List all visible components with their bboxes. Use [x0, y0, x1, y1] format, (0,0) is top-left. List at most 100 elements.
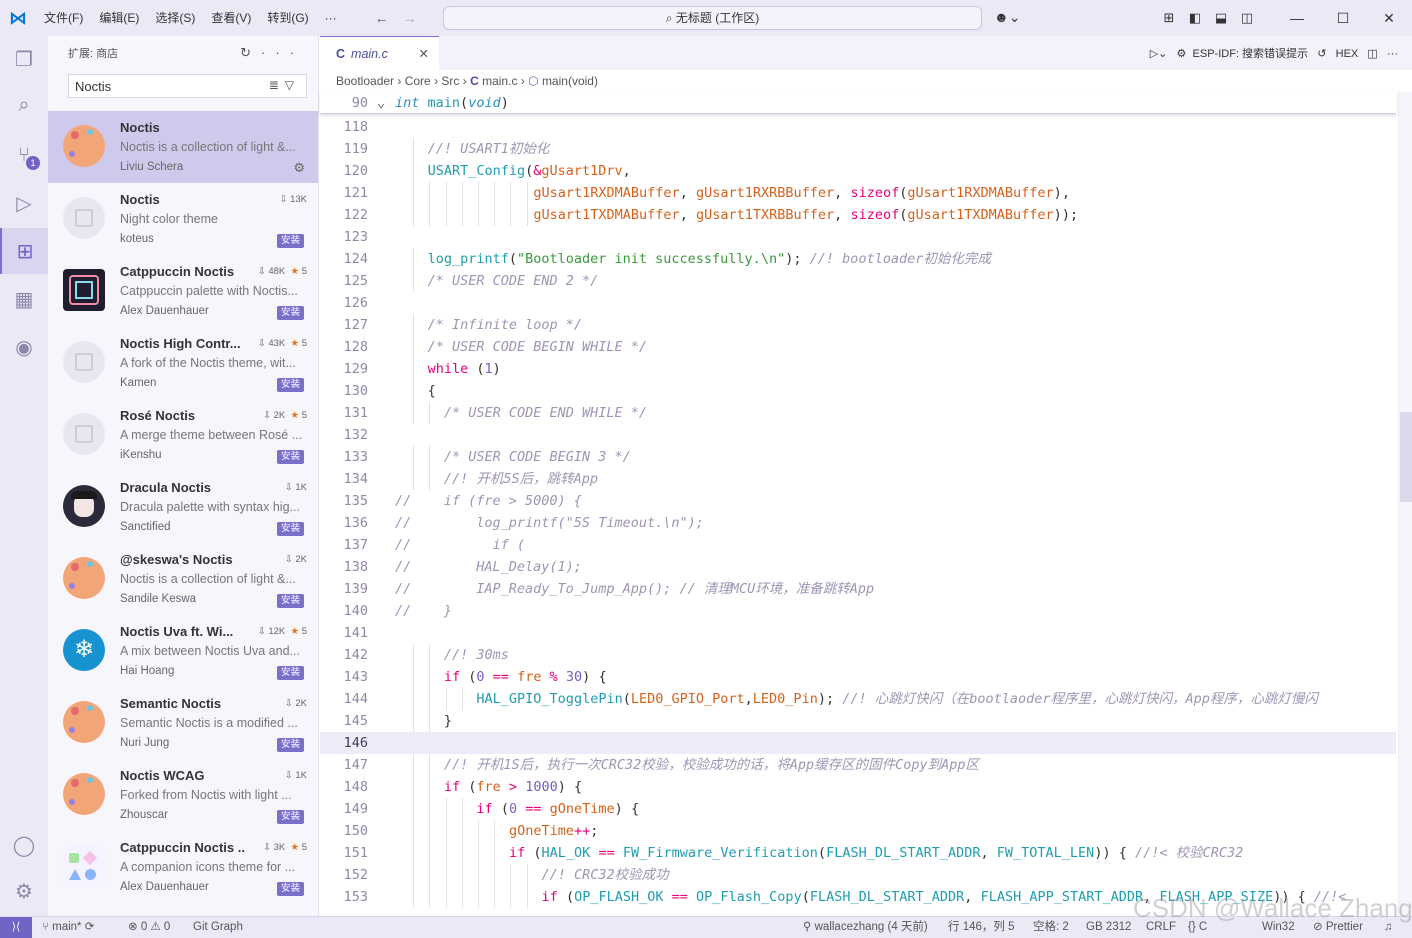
- code-line[interactable]: 125 /* USER CODE END 2 */: [320, 270, 1396, 292]
- code-line[interactable]: 150 gOneTime++;: [320, 820, 1396, 842]
- install-button[interactable]: 安装: [276, 234, 304, 248]
- breadcrumb-item[interactable]: main.c: [482, 74, 517, 88]
- refresh-icon[interactable]: ↻: [240, 45, 261, 60]
- breadcrumb-item[interactable]: main(void): [542, 74, 598, 88]
- breadcrumb-item[interactable]: Core: [405, 74, 431, 88]
- code-line[interactable]: 119 //! USART1初始化: [320, 138, 1396, 160]
- code-line[interactable]: 121 gUsart1RXDMABuffer, gUsart1RXRBBuffe…: [320, 182, 1396, 204]
- extension-item[interactable]: ❄ Noctis Uva ft. Wi... ⇩ 12K ★ 5 A mix betw…: [48, 615, 318, 687]
- cursor-position[interactable]: 行 146，列 5: [948, 917, 1014, 938]
- extension-item[interactable]: Catppuccin Noctis ⇩ 48K ★ 5 Catppuccin pal…: [48, 255, 318, 327]
- esp-gear-icon[interactable]: ⚙: [1177, 48, 1187, 60]
- clear-filter-icon[interactable]: ≣: [269, 78, 285, 92]
- code-line[interactable]: 148 if (fre > 1000) {: [320, 776, 1396, 798]
- problems-status[interactable]: ⊗ 0 ⚠ 0: [128, 917, 170, 938]
- code-line[interactable]: 126: [320, 292, 1396, 314]
- command-center-search[interactable]: ⌕ 无标题 (工作区): [443, 6, 982, 30]
- minimize-icon[interactable]: —: [1274, 10, 1320, 26]
- breadcrumb-item[interactable]: Src: [441, 74, 459, 88]
- hex-button[interactable]: HEX: [1336, 48, 1359, 60]
- extension-item[interactable]: Dracula Noctis ⇩ 1K Dracula palette with s…: [48, 471, 318, 543]
- back-arrow-icon[interactable]: ←: [375, 10, 389, 26]
- run-icon[interactable]: ▷⌄: [1150, 48, 1168, 60]
- code-line[interactable]: 120 USART_Config(&gUsart1Drv,: [320, 160, 1396, 182]
- encoding-status[interactable]: GB 2312: [1086, 917, 1131, 938]
- maximize-icon[interactable]: ☐: [1320, 10, 1366, 27]
- code-line[interactable]: 138 // HAL_Delay(1);: [320, 556, 1396, 578]
- install-button[interactable]: 安装: [276, 450, 304, 464]
- menu-more[interactable]: ···: [317, 0, 345, 36]
- install-button[interactable]: 安装: [276, 306, 304, 320]
- copilot-icon[interactable]: ☻⌄: [994, 9, 1020, 26]
- code-line[interactable]: 147 //! 开机1S后，执行一次CRC32校验，校验成功的话，将App缓存区…: [320, 754, 1396, 776]
- branch-status[interactable]: ⑂ main* ⟳: [42, 917, 94, 938]
- history-icon[interactable]: ↺: [1317, 48, 1326, 60]
- code-line[interactable]: 144 HAL_GPIO_TogglePin(LED0_GPIO_Port,LE…: [320, 688, 1396, 710]
- more-actions-icon[interactable]: ···: [261, 45, 304, 60]
- code-line[interactable]: 142 //! 30ms: [320, 644, 1396, 666]
- install-button[interactable]: 安装: [276, 882, 304, 896]
- toggle-secondary-sidebar-icon[interactable]: ◫: [1234, 10, 1260, 26]
- code-line[interactable]: 152 //! CRC32校验成功: [320, 864, 1396, 886]
- extensions-icon[interactable]: ⊞: [0, 228, 48, 274]
- espressif-icon[interactable]: ◉: [0, 324, 48, 370]
- code-line[interactable]: 133 /* USER CODE BEGIN 3 */: [320, 446, 1396, 468]
- extension-item[interactable]: Rosé Noctis ⇩ 2K ★ 5 A merge theme between…: [48, 399, 318, 471]
- code-line[interactable]: 146: [320, 732, 1396, 754]
- install-button[interactable]: 安装: [276, 522, 304, 536]
- extension-item[interactable]: @skeswa's Noctis ⇩ 2K Noctis is a collecti…: [48, 543, 318, 615]
- extension-item[interactable]: Catppuccin Noctis ... ⇩ 3K ★ 5 A companion…: [48, 831, 318, 903]
- indentation-status[interactable]: 空格: 2: [1033, 917, 1069, 938]
- code-line[interactable]: 145 }: [320, 710, 1396, 732]
- code-line[interactable]: 134 //! 开机5S后，跳转App: [320, 468, 1396, 490]
- remote-indicator-icon[interactable]: ⟩⟨: [0, 917, 32, 938]
- scrollbar-thumb[interactable]: [1400, 412, 1412, 502]
- code-line[interactable]: 140 // }: [320, 600, 1396, 622]
- install-button[interactable]: 安装: [276, 666, 304, 680]
- code-line[interactable]: 129 while (1): [320, 358, 1396, 380]
- manage-gear-icon[interactable]: ⚙: [293, 160, 305, 176]
- chip-icon[interactable]: ▦: [0, 276, 48, 322]
- code-line[interactable]: 123: [320, 226, 1396, 248]
- extension-item[interactable]: Semantic Noctis ⇩ 2K Semantic Noctis is a …: [48, 687, 318, 759]
- esp-idf-search-button[interactable]: ESP-IDF: 搜索错误提示: [1193, 48, 1309, 60]
- explorer-icon[interactable]: ❐: [0, 36, 48, 82]
- install-button[interactable]: 安装: [276, 738, 304, 752]
- fold-chevron-icon[interactable]: ⌄: [377, 92, 385, 114]
- install-button[interactable]: 安装: [276, 378, 304, 392]
- extension-item[interactable]: Noctis WCAG ⇩ 1K Forked from Noctis with l…: [48, 759, 318, 831]
- search-view-icon[interactable]: ⌕: [0, 82, 48, 128]
- customize-layout-icon[interactable]: ⊞: [1156, 10, 1182, 26]
- menu-file[interactable]: 文件(F): [36, 0, 91, 36]
- git-blame-status[interactable]: ⚲ wallacezhang (4 天前): [803, 917, 928, 938]
- sticky-scroll-header[interactable]: 90 ⌄ int main(void): [320, 92, 1396, 114]
- extension-item[interactable]: Noctis Noctis is a collection of light &.…: [48, 111, 318, 183]
- menu-edit[interactable]: 编辑(E): [91, 0, 147, 36]
- extension-item[interactable]: Noctis High Contr... ⇩ 43K ★ 5 A fork of t…: [48, 327, 318, 399]
- code-line[interactable]: 127 /* Infinite loop */: [320, 314, 1396, 336]
- code-line[interactable]: 132: [320, 424, 1396, 446]
- code-line[interactable]: 122 gUsart1TXDMABuffer, gUsart1TXRBBuffe…: [320, 204, 1396, 226]
- tab-main-c[interactable]: C main.c ✕: [320, 36, 439, 70]
- toggle-sidebar-icon[interactable]: ◧: [1182, 10, 1208, 26]
- split-editor-icon[interactable]: ◫: [1367, 48, 1377, 60]
- editor-scrollbar[interactable]: [1398, 92, 1412, 916]
- source-control-icon[interactable]: ⑂ 1: [0, 132, 48, 178]
- code-line[interactable]: 118: [320, 116, 1396, 138]
- code-editor[interactable]: 118 119 //! USART1初始化 120 USART_Config(&gU…: [320, 116, 1396, 916]
- code-line[interactable]: 128 /* USER CODE BEGIN WHILE */: [320, 336, 1396, 358]
- git-graph-button[interactable]: Git Graph: [193, 917, 243, 938]
- close-window-icon[interactable]: ✕: [1366, 10, 1412, 27]
- account-icon[interactable]: ◯: [0, 822, 48, 868]
- extension-search-input[interactable]: Noctis ≣▽: [68, 74, 307, 98]
- code-line[interactable]: 137 // if (: [320, 534, 1396, 556]
- install-button[interactable]: 安装: [276, 810, 304, 824]
- code-line[interactable]: 141: [320, 622, 1396, 644]
- extension-item[interactable]: Noctis ⇩ 13K Night color theme koteus 安装: [48, 183, 318, 255]
- settings-gear-icon[interactable]: ⚙: [0, 868, 48, 914]
- filter-icon[interactable]: ▽: [285, 78, 300, 92]
- code-line[interactable]: 136 // log_printf("5S Timeout.\n");: [320, 512, 1396, 534]
- close-tab-icon[interactable]: ✕: [419, 46, 429, 61]
- code-line[interactable]: 143 if (0 == fre % 30) {: [320, 666, 1396, 688]
- code-line[interactable]: 139 // IAP_Ready_To_Jump_App(); // 清理MCU环…: [320, 578, 1396, 600]
